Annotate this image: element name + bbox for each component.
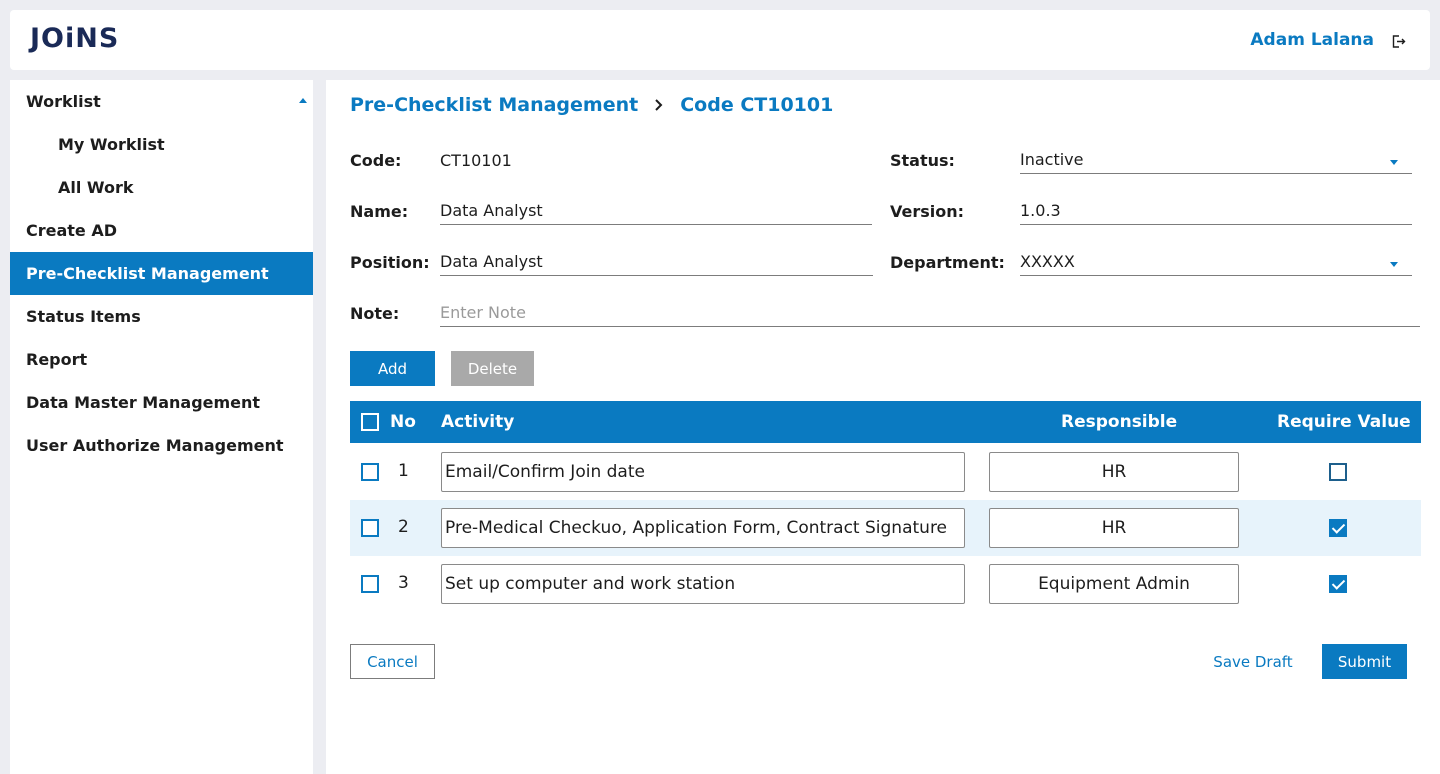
department-select-value: XXXXX: [1020, 252, 1075, 271]
column-header-responsible: Responsible: [1061, 412, 1178, 432]
row-number: 3: [398, 573, 409, 593]
sidebar-item-pre-checklist-management[interactable]: Pre-Checklist Management: [10, 252, 313, 295]
activity-input[interactable]: Email/Confirm Join date: [441, 452, 965, 492]
require-value-checkbox[interactable]: [1329, 519, 1347, 537]
version-field[interactable]: 1.0.3: [1020, 199, 1412, 225]
row-select-checkbox[interactable]: [361, 575, 379, 593]
row-select-checkbox[interactable]: [361, 519, 379, 537]
chevron-down-icon: [1390, 262, 1398, 267]
sidebar-item-report[interactable]: Report: [10, 338, 313, 381]
save-draft-button[interactable]: Save Draft: [1202, 644, 1304, 679]
delete-button[interactable]: Delete: [451, 351, 534, 386]
submit-button[interactable]: Submit: [1322, 644, 1407, 679]
sidebar-item-label: Report: [26, 350, 88, 369]
sidebar-item-user-authorize-management[interactable]: User Authorize Management: [10, 424, 313, 467]
sidebar-item-worklist[interactable]: Worklist: [10, 80, 313, 123]
table-row: 2 Pre-Medical Checkuo, Application Form,…: [350, 500, 1421, 556]
top-bar: JOiNS Adam Lalana: [10, 10, 1430, 70]
table-header: No Activity Responsible Require Value: [350, 401, 1421, 443]
activity-input[interactable]: Pre-Medical Checkuo, Application Form, C…: [441, 508, 965, 548]
department-select[interactable]: XXXXX: [1020, 250, 1412, 276]
select-all-checkbox[interactable]: [361, 413, 379, 431]
responsible-input[interactable]: HR: [989, 452, 1239, 492]
row-number: 1: [398, 461, 409, 481]
row-select-checkbox[interactable]: [361, 463, 379, 481]
chevron-down-icon: [1390, 160, 1398, 165]
require-value-checkbox[interactable]: [1329, 575, 1347, 593]
responsible-input[interactable]: HR: [989, 508, 1239, 548]
cancel-button[interactable]: Cancel: [350, 644, 435, 679]
sidebar-item-label: Data Master Management: [26, 393, 261, 412]
position-label: Position:: [350, 253, 430, 272]
column-header-no: No: [390, 412, 416, 432]
user-name[interactable]: Adam Lalana: [1250, 30, 1374, 50]
table-row: 3 Set up computer and work station Equip…: [350, 556, 1421, 612]
position-field[interactable]: Data Analyst: [440, 250, 873, 276]
logout-icon[interactable]: [1392, 35, 1406, 48]
sidebar-item-label: Create AD: [26, 221, 118, 240]
sidebar-item-label: Status Items: [26, 307, 141, 326]
sidebar-item-my-worklist[interactable]: My Worklist: [10, 123, 313, 166]
breadcrumb-current: Code CT10101: [680, 94, 834, 116]
column-header-require-value: Require Value: [1277, 412, 1411, 432]
sidebar-item-data-master-management[interactable]: Data Master Management: [10, 381, 313, 424]
chevron-right-icon: [655, 99, 663, 111]
name-field[interactable]: Data Analyst: [440, 199, 872, 225]
department-label: Department:: [890, 253, 1005, 272]
status-select-value: Inactive: [1020, 150, 1084, 169]
sidebar-item-label: Pre-Checklist Management: [26, 264, 269, 283]
status-label: Status:: [890, 151, 955, 170]
version-label: Version:: [890, 202, 965, 221]
sidebar-item-label: User Authorize Management: [26, 436, 284, 455]
responsible-input[interactable]: Equipment Admin: [989, 564, 1239, 604]
status-select[interactable]: Inactive: [1020, 148, 1412, 174]
sidebar-item-label: My Worklist: [58, 135, 165, 154]
sidebar-item-create-ad[interactable]: Create AD: [10, 209, 313, 252]
column-header-activity: Activity: [441, 412, 515, 432]
sidebar-item-label: All Work: [58, 178, 134, 197]
name-label: Name:: [350, 202, 409, 221]
table-row: 1 Email/Confirm Join date HR: [350, 444, 1421, 500]
main-panel: Pre-Checklist Management Code CT10101 Co…: [326, 80, 1440, 774]
code-value: CT10101: [440, 151, 512, 170]
code-label: Code:: [350, 151, 402, 170]
sidebar: Worklist My Worklist All Work Create AD …: [10, 80, 313, 774]
note-field[interactable]: Enter Note: [440, 301, 1420, 327]
breadcrumb-parent[interactable]: Pre-Checklist Management: [350, 94, 638, 116]
sidebar-item-label: Worklist: [26, 92, 101, 111]
row-number: 2: [398, 517, 409, 537]
activity-input[interactable]: Set up computer and work station: [441, 564, 965, 604]
chevron-up-icon[interactable]: [299, 98, 307, 103]
sidebar-item-all-work[interactable]: All Work: [10, 166, 313, 209]
require-value-checkbox[interactable]: [1329, 463, 1347, 481]
logo: JOiNS: [30, 23, 120, 54]
note-label: Note:: [350, 304, 400, 323]
add-button[interactable]: Add: [350, 351, 435, 386]
sidebar-item-status-items[interactable]: Status Items: [10, 295, 313, 338]
breadcrumb: Pre-Checklist Management Code CT10101: [350, 94, 833, 116]
